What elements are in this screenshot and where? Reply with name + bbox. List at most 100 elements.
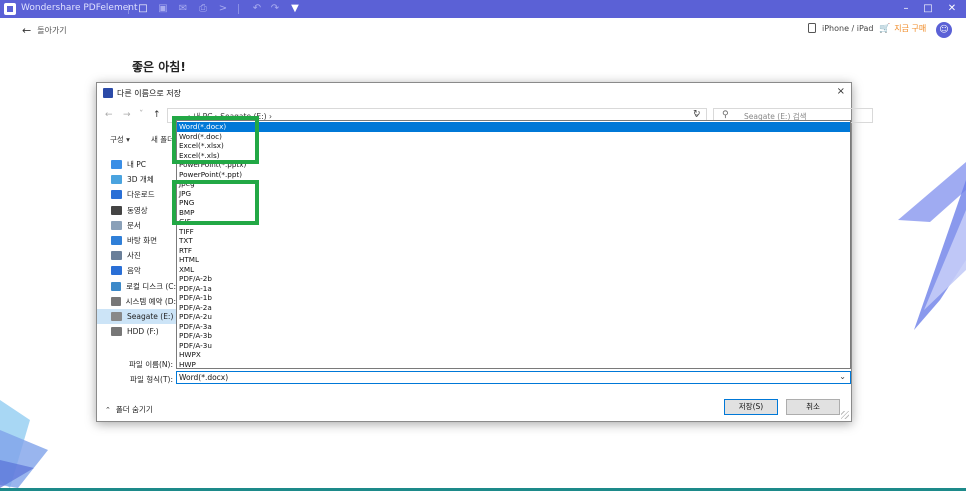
mail-icon[interactable]: ✉ (176, 2, 190, 16)
format-option[interactable]: JPG (177, 189, 850, 199)
nav-item[interactable]: 문서 (97, 218, 179, 233)
folder-icon (111, 236, 122, 245)
format-option[interactable]: PNG (177, 198, 850, 208)
folder-icon[interactable]: □ (136, 2, 150, 16)
format-option[interactable]: Jpeg (177, 179, 850, 189)
redo-icon[interactable]: ↷ (268, 2, 282, 16)
iphone-ipad-link[interactable]: iPhone / iPad (808, 23, 873, 33)
resize-grip-icon[interactable] (841, 411, 849, 419)
nav-item[interactable]: 로컬 디스크 (C:) (97, 279, 179, 294)
nav-item[interactable]: HDD (F:) (97, 324, 179, 339)
chevron-down-icon: ⌄ (839, 372, 846, 381)
save-button[interactable]: 저장(S) (724, 399, 778, 415)
forward-arrow-icon[interactable]: → (123, 110, 131, 120)
nav-item-label: HDD (F:) (127, 327, 159, 337)
save-icon[interactable]: ▣ (156, 2, 170, 16)
format-option[interactable]: Word(*.doc) (177, 132, 850, 142)
nav-item-label: 바탕 화면 (127, 236, 157, 245)
folder-icon (111, 327, 122, 337)
format-option[interactable]: HTML (177, 255, 850, 265)
format-option[interactable]: PDF/A-2u (177, 312, 850, 322)
file-type-dropdown-list[interactable]: Word(*.docx) Word(*.doc) Excel(*.xlsx) Exce… (176, 120, 851, 369)
format-option[interactable]: PDF/A-3b (177, 331, 850, 341)
cart-icon: 🛒 (879, 23, 891, 34)
format-option[interactable]: PDF/A-1b (177, 293, 850, 303)
search-icon: ⚲ (722, 110, 729, 120)
user-avatar-icon[interactable]: ☺ (936, 22, 952, 38)
refresh-icon[interactable]: ↻ (693, 109, 701, 119)
format-option[interactable]: TIFF (177, 227, 850, 237)
up-arrow-icon[interactable]: ↑ (153, 110, 161, 120)
folder-icon (111, 251, 122, 261)
caret-up-icon: ⌃ (105, 405, 111, 414)
format-option[interactable]: PDF/A-1a (177, 284, 850, 294)
nav-item-label: 시스템 예약 (D:) (125, 296, 179, 306)
dialog-title: 다른 이름으로 저장 (117, 89, 181, 98)
nav-item[interactable]: 내 PC (97, 157, 179, 172)
format-option[interactable]: BMP (177, 208, 850, 218)
format-option[interactable]: PowerPoint(*.pptx) (177, 160, 850, 170)
nav-item-label: 내 PC (127, 160, 147, 169)
folder-icon (111, 205, 122, 215)
nav-item[interactable]: 시스템 예약 (D:) (97, 294, 179, 309)
format-option[interactable]: PDF/A-2b (177, 274, 850, 284)
back-arrow-icon[interactable]: ← (105, 110, 113, 120)
greeting-heading: 좋은 아침! (132, 60, 186, 74)
folder-icon (111, 190, 122, 200)
format-option[interactable]: RTF (177, 246, 850, 256)
cancel-button[interactable]: 취소 (786, 399, 840, 415)
close-window-icon[interactable]: ✕ (944, 2, 960, 16)
recent-chevron-icon[interactable]: ˇ (139, 110, 144, 120)
folder-icon (111, 220, 122, 230)
format-option[interactable]: TXT (177, 236, 850, 246)
nav-item-label: 3D 개체 (127, 175, 154, 185)
dialog-close-button[interactable]: × (837, 86, 845, 97)
header-bar: ← 돌아가기 iPhone / iPad 🛒 지금 구매 ☺ (0, 18, 966, 42)
format-option[interactable]: XML (177, 265, 850, 275)
nav-item[interactable]: 다운로드 (97, 187, 179, 202)
nav-item[interactable]: 음악 (97, 263, 179, 278)
nav-item[interactable]: 사진 (97, 248, 179, 263)
format-option[interactable]: Excel(*.xlsx) (177, 141, 850, 151)
pdfelement-icon (103, 88, 113, 98)
format-option[interactable]: PowerPoint(*.ppt) (177, 170, 850, 180)
navigation-pane: 내 PC 3D 개체다운로드동영상문서바탕 화면사진음악로컬 디스크 (C:) 시스… (97, 153, 179, 353)
app-logo-icon (4, 3, 16, 15)
nav-item[interactable]: 동영상 (97, 203, 179, 218)
dropdown-icon[interactable]: ▼ (288, 2, 302, 16)
nav-item[interactable]: Seagate (E:) (97, 309, 179, 324)
format-option[interactable]: GIF (177, 217, 850, 227)
back-button[interactable]: ← 돌아가기 (22, 24, 67, 37)
format-option[interactable]: PDF/A-3a (177, 322, 850, 332)
maximize-icon[interactable]: □ (920, 2, 936, 16)
file-type-select[interactable]: Word(*.docx) ⌄ (176, 371, 851, 384)
decorative-shape-left (0, 400, 48, 488)
format-option[interactable]: PDF/A-2a (177, 303, 850, 313)
buy-now-link[interactable]: 🛒 지금 구매 (879, 23, 926, 34)
file-type-value: Word(*.docx) (179, 373, 229, 382)
decorative-shape-right (898, 162, 966, 330)
nav-item[interactable]: 3D 개체 (97, 172, 179, 187)
back-label: 돌아가기 (37, 26, 67, 35)
nav-item-label: 동영상 (127, 205, 148, 215)
nav-item-label: 음악 (127, 266, 141, 276)
nav-item[interactable]: 바탕 화면 (97, 233, 179, 248)
undo-icon[interactable]: ↶ (250, 2, 264, 16)
forward-icon[interactable]: > (216, 2, 230, 16)
format-option[interactable]: Word(*.docx) (177, 122, 850, 132)
format-option[interactable]: PDF/A-3u (177, 341, 850, 351)
folder-icon (111, 281, 122, 291)
organize-button[interactable]: 구성 ▾ (110, 134, 130, 145)
minimize-icon[interactable]: – (898, 2, 914, 16)
new-folder-button[interactable]: 새 폴더 (151, 134, 174, 145)
print-icon[interactable]: ⎙ (196, 2, 210, 16)
folder-icon (111, 175, 122, 185)
dialog-title-bar: 다른 이름으로 저장 × (97, 83, 851, 103)
hide-folders-toggle[interactable]: ⌃ 폴더 숨기기 (105, 404, 153, 415)
toolbar-divider (128, 4, 129, 14)
hide-folders-label: 폴더 숨기기 (115, 405, 153, 414)
format-option[interactable]: Excel(*.xls) (177, 151, 850, 161)
buy-label: 지금 구매 (894, 24, 927, 33)
format-option[interactable]: HWPX (177, 350, 850, 360)
format-option[interactable]: HWP (177, 360, 850, 369)
